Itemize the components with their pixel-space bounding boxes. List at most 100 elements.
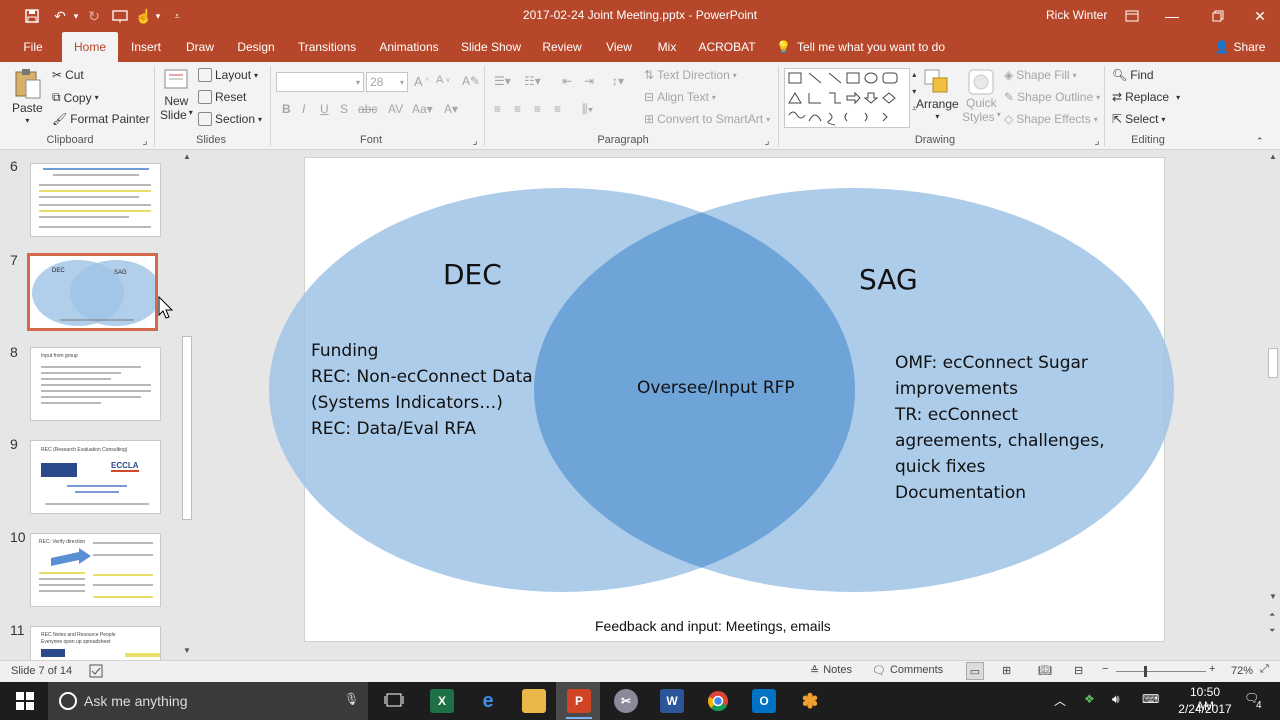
- thumbnail-scrollbar[interactable]: ▲ ▼: [180, 150, 194, 660]
- tab-insert[interactable]: Insert: [126, 32, 166, 62]
- sag-textbox[interactable]: OMF: ecConnect Sugar improvements TR: ec…: [895, 350, 1105, 506]
- scroll-thumb[interactable]: [182, 336, 192, 520]
- align-left-icon[interactable]: ≡: [494, 102, 501, 116]
- tab-slide-show[interactable]: Slide Show: [458, 32, 524, 62]
- file-explorer-icon[interactable]: [522, 689, 546, 713]
- reset-button[interactable]: Reset: [198, 90, 246, 104]
- convert-smartart-button[interactable]: ⊞ Convert to SmartArt ▾: [644, 112, 770, 126]
- strikethrough-icon[interactable]: abc: [358, 102, 377, 116]
- shape-fill-button[interactable]: ◈ Shape Fill ▾: [1004, 68, 1077, 82]
- zoom-slider-handle[interactable]: [1144, 666, 1147, 677]
- clear-formatting-icon[interactable]: A✎: [462, 74, 480, 88]
- slide-footer-text[interactable]: Feedback and input: Meetings, emails: [595, 618, 831, 634]
- minimize-icon[interactable]: —: [1152, 4, 1192, 28]
- reading-view-icon[interactable]: 📖︎: [1038, 664, 1052, 677]
- numbering-icon[interactable]: ☷▾: [524, 74, 541, 88]
- scroll-thumb[interactable]: [1268, 348, 1278, 378]
- find-button[interactable]: 🔍︎ Find: [1112, 68, 1154, 82]
- microphone-icon[interactable]: 🎙︎: [344, 692, 359, 706]
- slide-thumbnail-6[interactable]: [30, 163, 161, 237]
- powerpoint-icon[interactable]: P: [567, 689, 591, 713]
- line-spacing-icon[interactable]: ↕▾: [612, 74, 624, 88]
- scroll-down-icon[interactable]: ▼: [183, 646, 191, 655]
- shapes-gallery[interactable]: [784, 68, 910, 128]
- overlap-text[interactable]: Oversee/Input RFP: [637, 378, 795, 398]
- previous-slide-icon[interactable]: ⏶: [1269, 610, 1275, 620]
- bullets-icon[interactable]: ☰▾: [494, 74, 511, 88]
- scroll-up-icon[interactable]: ▲: [183, 152, 191, 161]
- format-painter-button[interactable]: 🖌 Format Painter: [52, 112, 150, 126]
- font-launcher-icon[interactable]: ⌟: [470, 134, 480, 147]
- notes-button[interactable]: ≙ Notes: [810, 664, 852, 677]
- slide-counter[interactable]: Slide 7 of 14: [11, 665, 72, 677]
- volume-icon[interactable]: 🔊︎: [1112, 692, 1120, 707]
- outlook-icon[interactable]: O: [752, 689, 776, 713]
- sag-title[interactable]: SAG: [859, 263, 918, 296]
- collapse-ribbon-icon[interactable]: ⌃: [1256, 136, 1264, 147]
- cut-button[interactable]: ✂ Cut: [52, 68, 84, 82]
- zoom-in-icon[interactable]: +: [1209, 663, 1215, 675]
- fit-slide-icon[interactable]: ⤢: [1260, 663, 1269, 676]
- zoom-slider[interactable]: [1116, 666, 1206, 677]
- tab-draw[interactable]: Draw: [180, 32, 220, 62]
- slide-thumbnail-8[interactable]: Input from group: [30, 347, 161, 421]
- dropbox-icon[interactable]: ❖: [1084, 692, 1095, 706]
- excel-icon[interactable]: X: [430, 689, 454, 713]
- app-flower-icon[interactable]: ✽: [798, 689, 822, 713]
- font-color-icon[interactable]: A▾: [444, 102, 458, 116]
- slide-thumbnail-9[interactable]: REC (Research Evaluation Consulting) ECC…: [30, 440, 161, 514]
- tab-view[interactable]: View: [600, 32, 638, 62]
- slide-thumbnail-11[interactable]: REC Notes and Resource People Everyone o…: [30, 626, 161, 660]
- italic-icon[interactable]: I: [302, 102, 305, 116]
- restore-icon[interactable]: [1198, 4, 1238, 28]
- font-name-input[interactable]: ▾: [276, 72, 364, 92]
- new-slide-button[interactable]: New Slide ▾: [160, 68, 193, 122]
- font-size-input[interactable]: 28 ▾: [366, 72, 408, 92]
- layout-button[interactable]: Layout ▾: [198, 68, 258, 82]
- dec-textbox[interactable]: Funding REC: Non-ecConnect Data (Systems…: [311, 338, 533, 442]
- user-name[interactable]: Rick Winter: [1046, 8, 1107, 22]
- tab-mix[interactable]: Mix: [652, 32, 682, 62]
- slide-scrollbar[interactable]: ▲ ▼ ⏶ ⏷: [1266, 150, 1280, 660]
- arrange-button[interactable]: Arrange ▾: [916, 68, 959, 121]
- edge-icon[interactable]: e: [476, 689, 500, 713]
- tab-review[interactable]: Review: [538, 32, 586, 62]
- comments-button[interactable]: 🗨︎ Comments: [872, 664, 943, 677]
- chrome-icon[interactable]: [706, 689, 730, 713]
- slide-thumbnail-10[interactable]: REC: Verify direction: [30, 533, 161, 607]
- tab-animations[interactable]: Animations: [374, 32, 444, 62]
- shrink-font-icon[interactable]: Av: [436, 74, 450, 86]
- change-case-icon[interactable]: Aa▾: [412, 102, 433, 116]
- align-center-icon[interactable]: ≡: [514, 102, 521, 116]
- ribbon-display-options-icon[interactable]: [1112, 4, 1152, 28]
- replace-button[interactable]: ⇄ Replace ▾: [1112, 90, 1180, 104]
- word-icon[interactable]: W: [660, 689, 684, 713]
- tab-transitions[interactable]: Transitions: [294, 32, 360, 62]
- shape-outline-button[interactable]: ✎ Shape Outline ▾: [1004, 90, 1100, 104]
- grow-font-icon[interactable]: A ^: [414, 74, 429, 89]
- close-icon[interactable]: ✕: [1240, 4, 1280, 28]
- share-button[interactable]: 👤 Share: [1212, 32, 1268, 62]
- scroll-down-icon[interactable]: ▼: [1269, 592, 1277, 601]
- windows-start-icon[interactable]: [16, 692, 34, 713]
- zoom-out-icon[interactable]: −: [1102, 663, 1108, 675]
- spell-check-icon[interactable]: [89, 664, 103, 681]
- text-shadow-icon[interactable]: S: [340, 102, 348, 116]
- dec-title[interactable]: DEC: [443, 258, 502, 291]
- slideshow-view-icon[interactable]: ⊟: [1074, 664, 1083, 677]
- character-spacing-icon[interactable]: AV: [388, 102, 403, 116]
- section-button[interactable]: Section ▾: [198, 112, 262, 126]
- snipping-tool-icon[interactable]: ✂: [614, 689, 638, 713]
- paste-button[interactable]: Paste ▾: [12, 68, 43, 125]
- clock-date[interactable]: 2/24/2017: [1178, 702, 1232, 716]
- underline-icon[interactable]: U: [320, 102, 329, 116]
- increase-indent-icon[interactable]: ⇥: [584, 74, 594, 88]
- clipboard-launcher-icon[interactable]: ⌟: [140, 134, 150, 147]
- show-hidden-icons[interactable]: ︿: [1054, 692, 1066, 709]
- slide-thumbnail-7[interactable]: DEC SAG: [27, 253, 158, 331]
- bold-icon[interactable]: B: [282, 102, 291, 116]
- decrease-indent-icon[interactable]: ⇤: [562, 74, 572, 88]
- select-button[interactable]: ⇱ Select ▾: [1112, 112, 1165, 126]
- shape-effects-button[interactable]: ◇ Shape Effects ▾: [1004, 112, 1098, 126]
- paragraph-launcher-icon[interactable]: ⌟: [762, 134, 772, 147]
